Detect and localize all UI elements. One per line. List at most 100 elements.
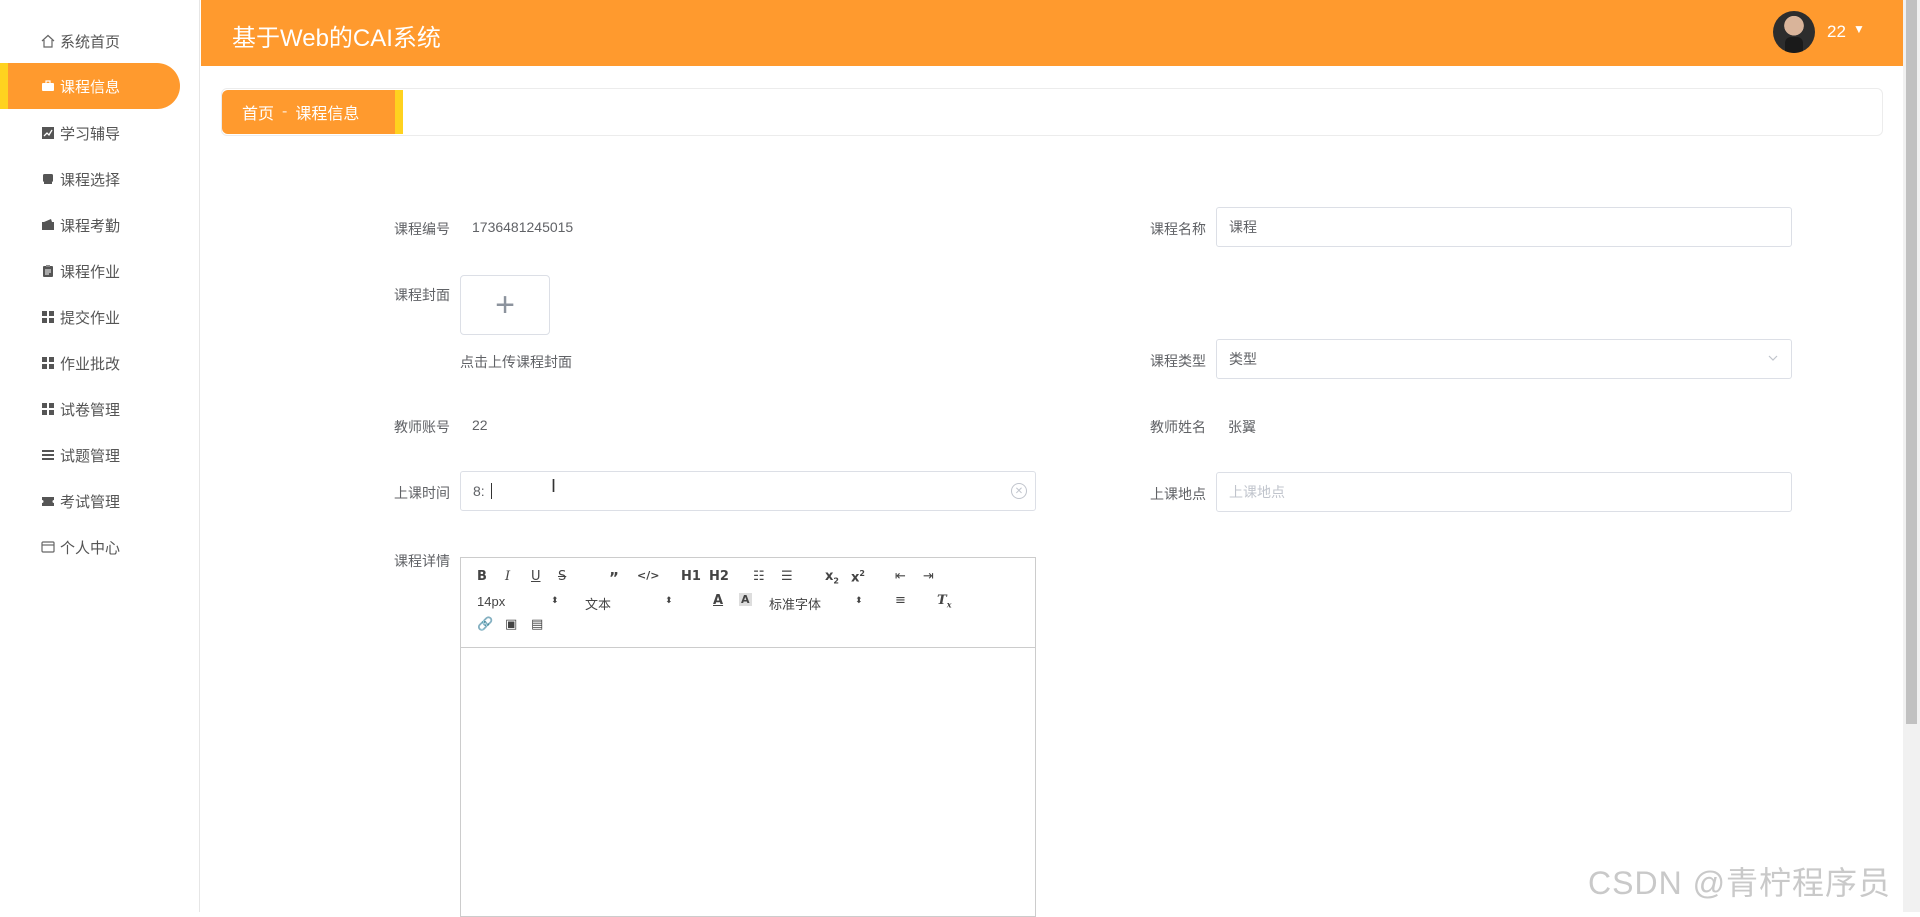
h2-button[interactable]: H2 [709,569,729,584]
sidebar-item-label: 试卷管理 [60,401,121,419]
sidebar-item-label: 试题管理 [60,447,121,465]
sidebar-item-label: 系统首页 [60,33,121,51]
sidebar-item-study-guide[interactable]: 学习辅导 [0,110,180,156]
sidebar-item-questions[interactable]: 试题管理 [0,432,180,478]
bold-icon[interactable]: B [477,569,487,584]
editor-toolbar: B I U S ” </> H1 H2 ☷ ☰ x2 x2 ⇤ ⇥ 14px ⬍ … [461,558,1035,648]
grid-icon [40,401,56,417]
chart-icon [40,125,56,141]
sidebar-item-course-select[interactable]: 课程选择 [0,156,180,202]
h1-button[interactable]: H1 [681,569,701,584]
class-time-label: 上课时间 [394,485,450,501]
select-arrows-icon: ⬍ [665,595,673,605]
course-type-select[interactable]: 类型 [1216,339,1792,379]
indent-icon[interactable]: ⇥ [923,569,934,584]
font-color-icon[interactable]: A [713,593,723,608]
app-title: 基于Web的CAI系统 [232,25,441,52]
teacher-no-value: 22 [472,417,488,433]
background-color-icon[interactable]: A [739,593,752,606]
header-select[interactable]: 文本 ⬍ [585,594,673,613]
clear-icon[interactable]: ✕ [1011,483,1027,499]
bookmark-icon [40,171,56,187]
breadcrumb-current: 课程信息 [295,106,360,123]
sidebar-item-course-info[interactable]: 课程信息 [0,63,180,109]
breadcrumb-separator: - [282,103,288,120]
plus-icon: + [495,285,515,324]
superscript-icon[interactable]: x2 [851,569,865,585]
user-name[interactable]: 22 [1827,22,1846,42]
underline-icon[interactable]: U [531,569,541,584]
font-family-select[interactable]: 标准字体 ⬍ [769,594,863,613]
class-place-placeholder: 上课地点 [1229,484,1285,500]
sidebar-item-label: 学习辅导 [60,125,121,143]
image-icon[interactable]: ▣ [505,617,517,632]
sidebar-item-label: 提交作业 [60,309,121,327]
sidebar-item-grading[interactable]: 作业批改 [0,340,180,386]
video-icon[interactable]: ▤ [531,617,543,632]
course-name-value: 课程 [1229,219,1257,235]
watermark: CSDN @青柠程序员 [1588,865,1892,901]
grid-icon [40,309,56,325]
link-icon[interactable]: 🔗 [477,617,493,632]
font-size-select[interactable]: 14px ⬍ [477,594,559,609]
briefcase-icon [40,78,56,94]
teacher-name-label: 教师姓名 [1150,419,1206,435]
breadcrumb-bar: 首页 - 课程信息 [221,88,1883,136]
cover-upload-button[interactable]: + [460,275,550,335]
select-arrows-icon: ⬍ [551,595,559,605]
teacher-no-label: 教师账号 [394,419,450,435]
font-family-value: 标准字体 [769,597,822,612]
teacher-name-value: 张翼 [1228,419,1256,435]
sidebar-item-homework[interactable]: 课程作业 [0,248,180,294]
class-place-label: 上课地点 [1150,486,1206,502]
sidebar-item-papers[interactable]: 试卷管理 [0,386,180,432]
outdent-icon[interactable]: ⇤ [895,569,906,584]
course-name-input[interactable]: 课程 [1216,207,1792,247]
breadcrumb-home[interactable]: 首页 [242,100,274,124]
home-icon [40,33,56,49]
sidebar-item-label: 个人中心 [60,539,121,557]
sidebar-item-attendance[interactable]: 课程考勤 [0,202,180,248]
course-type-value: 类型 [1229,351,1257,367]
class-place-input[interactable]: 上课地点 [1216,472,1792,512]
grid-icon [40,355,56,371]
course-no-label: 课程编号 [394,221,450,237]
avatar[interactable] [1773,11,1815,53]
sidebar-item-label: 考试管理 [60,493,121,511]
course-no-value: 1736481245015 [472,219,574,235]
sidebar-item-label: 课程选择 [60,171,121,189]
rich-text-editor: B I U S ” </> H1 H2 ☷ ☰ x2 x2 ⇤ ⇥ 14px ⬍ … [460,557,1036,917]
course-name-label: 课程名称 [1150,221,1206,237]
cover-upload-tip: 点击上传课程封面 [460,354,572,370]
header-select-value: 文本 [585,597,612,612]
clipboard-icon [40,263,56,279]
font-size-value: 14px [477,594,506,609]
ordered-list-icon[interactable]: ☷ [753,569,765,584]
italic-icon[interactable]: I [505,569,510,584]
align-icon[interactable]: ≡ [895,593,906,608]
strikethrough-icon[interactable]: S [558,569,566,584]
sidebar-item-submit-homework[interactable]: 提交作业 [0,294,180,340]
sidebar-item-label: 课程作业 [60,263,121,281]
select-arrows-icon: ⬍ [855,595,863,605]
scrollbar-thumb[interactable] [1906,0,1917,724]
sidebar: 系统首页 课程信息 学习辅导 课程选择 课程考勤 课程作业 提交作业 作业批改 … [0,0,200,912]
card-icon [40,539,56,555]
code-block-icon[interactable]: </> [637,569,659,582]
bullet-list-icon[interactable]: ☰ [781,569,793,584]
sidebar-item-exams[interactable]: 考试管理 [0,478,180,524]
ibeam-cursor-icon: I [551,476,557,496]
class-time-input[interactable]: 8: ✕ [460,471,1036,511]
blockquote-icon[interactable]: ” [609,569,619,587]
sidebar-item-label: 作业批改 [60,355,121,373]
class-time-value: 8: [473,483,485,499]
sidebar-item-home[interactable]: 系统首页 [0,18,180,64]
subscript-icon[interactable]: x2 [825,569,839,586]
list-icon [40,447,56,463]
top-header: 基于Web的CAI系统 22 ▼ [201,0,1903,66]
clear-format-icon[interactable]: Tx [937,593,951,610]
sidebar-item-label: 课程信息 [60,78,121,96]
chevron-down-icon [1768,355,1778,361]
sidebar-item-profile[interactable]: 个人中心 [0,524,180,570]
caret-down-icon[interactable]: ▼ [1853,22,1865,36]
